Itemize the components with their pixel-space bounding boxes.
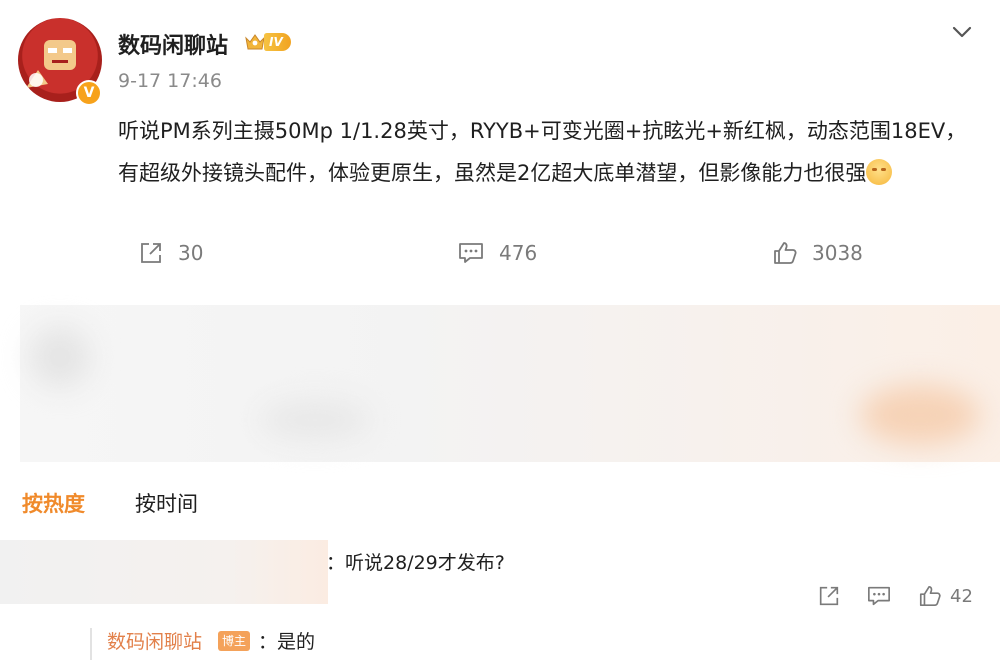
repost-icon [141,243,161,263]
comment-button[interactable]: 476 [457,240,537,266]
tab-sort-hot[interactable]: 按热度 [22,488,85,518]
repost-count: 30 [178,241,204,265]
chevron-down-icon[interactable] [950,20,974,44]
yawn-emoji-icon [866,159,893,185]
author-name[interactable]: 数码闲聊站 [118,28,228,60]
reply-divider [90,628,92,660]
comment-icon [459,243,483,263]
post-text: 听说PM系列主摄50Mp 1/1.28英寸，RYYB+可变光圈+抗眩光+新红枫，… [118,110,978,194]
comment-like-count: 42 [950,585,973,607]
tab-sort-time[interactable]: 按时间 [135,488,198,518]
post-timestamp: 9-17 17:46 [118,70,222,92]
like-button[interactable]: 3038 [772,240,863,266]
author-tag-badge: 博主 [218,631,251,651]
comment-like-button[interactable]: 42 [918,584,973,608]
repost-button[interactable]: 30 [138,240,203,266]
level-badge: IV [244,31,291,53]
reply-text: ：是的 [258,631,316,653]
level-text: IV [264,33,291,51]
comment-text: ：听说28/29才发布? [326,552,505,574]
redacted-card [20,305,1000,462]
like-count: 3038 [812,241,863,265]
comment-count: 476 [499,241,538,265]
comment-repost-icon[interactable] [817,584,841,608]
level-crown-icon [245,34,265,50]
reply-author[interactable]: 数码闲聊站 [107,627,202,654]
like-icon [774,242,797,264]
verified-badge-icon: V [76,80,102,106]
post-text-content: 听说PM系列主摄50Mp 1/1.28英寸，RYYB+可变光圈+抗眩光+新红枫，… [118,119,967,185]
redacted-commenter [0,540,328,604]
comment-like-icon [919,585,941,607]
comment-reply-icon[interactable] [866,584,892,608]
